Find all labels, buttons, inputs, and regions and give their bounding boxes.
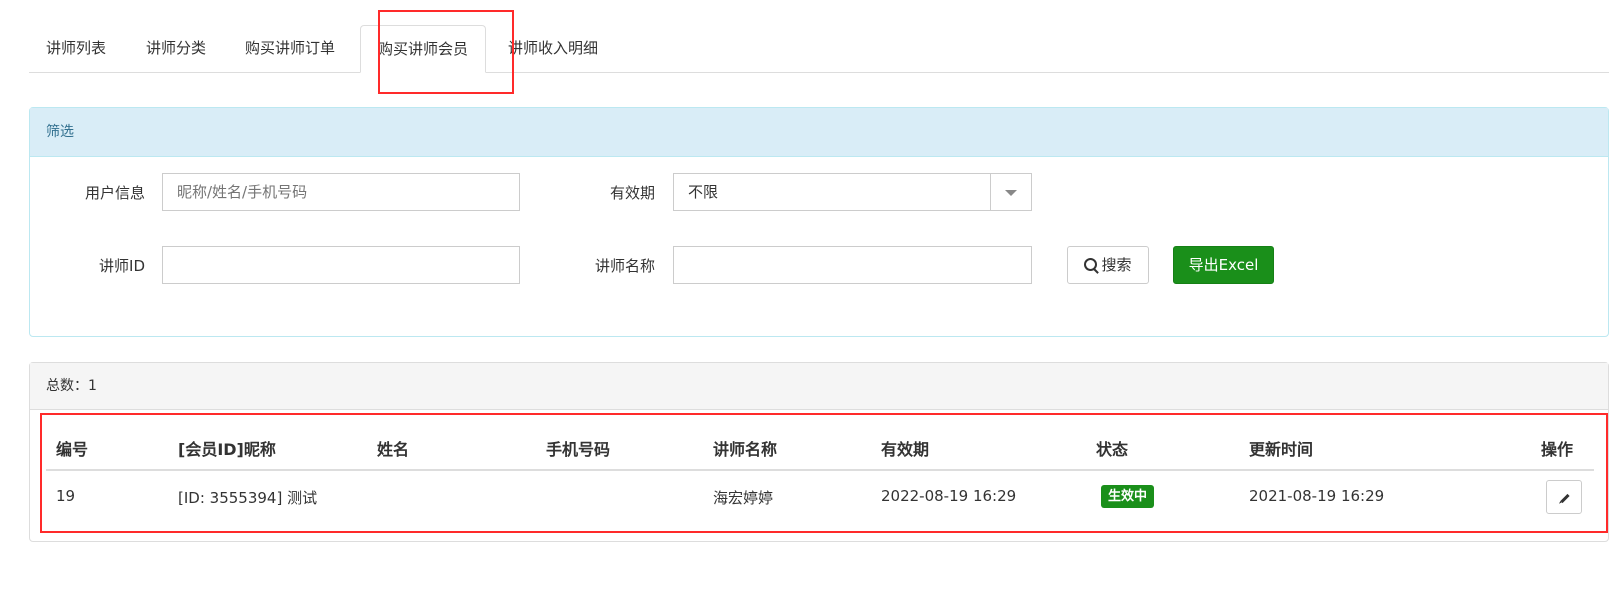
cell-updated: 2021-08-19 16:29: [1249, 487, 1385, 505]
col-header-updated: 更新时间: [1249, 440, 1314, 459]
lecturer-name-label: 讲师名称: [594, 257, 655, 275]
col-header-member: [会员ID]昵称: [178, 440, 276, 459]
pencil-icon: [1560, 493, 1570, 504]
col-header-lecturer: 讲师名称: [713, 440, 778, 459]
table-header-divider: [46, 469, 1594, 471]
col-header-id: 编号: [56, 440, 89, 459]
cell-validity: 2022-08-19 16:29: [881, 487, 1017, 505]
search-button-label: 搜索: [1101, 256, 1132, 274]
search-button[interactable]: 搜索: [1067, 246, 1149, 284]
user-info-input[interactable]: [162, 173, 520, 211]
export-excel-button[interactable]: 导出Excel: [1173, 246, 1274, 284]
tab-lecturer-category[interactable]: 讲师分类: [129, 25, 223, 71]
col-header-status: 状态: [1096, 440, 1129, 459]
filter-panel-title: 筛选: [30, 108, 1608, 157]
edit-button[interactable]: [1546, 480, 1582, 514]
validity-dropdown-toggle[interactable]: [990, 174, 1031, 210]
tab-lecturer-list[interactable]: 讲师列表: [29, 25, 123, 71]
col-header-phone: 手机号码: [546, 440, 611, 459]
col-header-actions: 操作: [1541, 440, 1574, 459]
lecturer-id-label: 讲师ID: [99, 257, 145, 275]
col-header-validity: 有效期: [881, 440, 930, 459]
filter-panel: 筛选: [29, 107, 1609, 337]
status-badge: 生效中: [1101, 485, 1155, 508]
validity-label: 有效期: [609, 184, 655, 202]
lecturer-name-input[interactable]: [673, 246, 1032, 284]
user-info-label: 用户信息: [84, 184, 145, 202]
cell-id: 19: [56, 487, 76, 505]
validity-select[interactable]: 不限: [673, 173, 1032, 211]
tab-lecturer-orders[interactable]: 购买讲师订单: [228, 25, 352, 71]
tab-lecturer-income[interactable]: 讲师收入明细: [491, 25, 615, 71]
tab-lecturer-membership[interactable]: 购买讲师会员: [360, 25, 487, 73]
tab-bar: 讲师列表 讲师分类 购买讲师订单 购买讲师会员 讲师收入明细: [29, 25, 1609, 73]
validity-select-value: 不限: [688, 183, 719, 201]
total-count: 总数：1: [30, 363, 1608, 410]
cell-lecturer: 海宏婷婷: [713, 489, 774, 507]
lecturer-id-input[interactable]: [162, 246, 520, 284]
chevron-down-icon: [1005, 190, 1017, 196]
search-icon: [1084, 258, 1098, 271]
col-header-name: 姓名: [377, 440, 410, 459]
cell-member: [ID: 3555394] 测试: [178, 489, 318, 507]
